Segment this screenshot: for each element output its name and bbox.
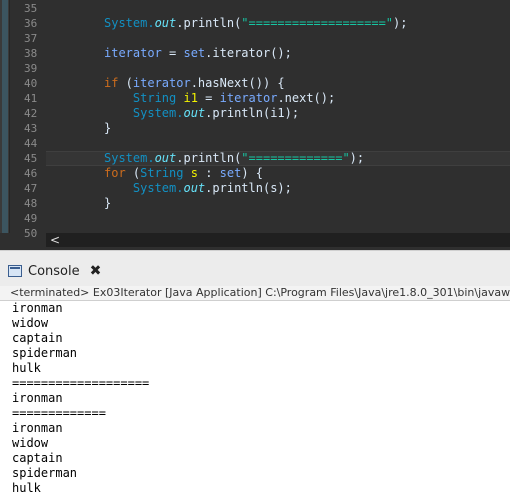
code-token: = [161, 46, 184, 60]
code-token: .println( [176, 16, 242, 30]
code-token: ( [118, 76, 133, 90]
code-token: .println(i1); [205, 106, 300, 120]
close-icon[interactable]: ✖ [90, 263, 102, 279]
line-number: 50 [24, 227, 38, 240]
line-number: 48 [24, 197, 38, 210]
console-output-line: ============= [12, 406, 106, 420]
console-output-line: hulk [12, 361, 41, 375]
console-output-line: ironman [12, 391, 63, 405]
code-line[interactable]: } [104, 196, 111, 211]
line-number: 40 [24, 77, 38, 90]
scroll-left-arrow-icon[interactable]: < [50, 233, 60, 247]
code-token: .iterator(); [205, 46, 292, 60]
line-number: 39 [24, 62, 38, 75]
console-status-line: <terminated> Ex03Iterator [Java Applicat… [0, 286, 510, 301]
line-number: 38 [24, 47, 38, 60]
code-token: set [219, 166, 242, 180]
code-line[interactable]: System.out.println("============="); [104, 151, 364, 166]
console-output-line: widow [12, 436, 49, 450]
code-token: "===================" [241, 16, 394, 30]
console-tab-bar: Console ✖ [0, 250, 510, 286]
code-token: ); [393, 16, 408, 30]
code-editor[interactable]: < 35 36 37 38 39 40 41 42 43 44 45 46 47 48 49 50 System… [0, 0, 510, 250]
line-number: 45 [24, 152, 38, 165]
code-token: s [190, 166, 198, 180]
code-token: String [140, 166, 184, 180]
code-token: if [104, 76, 119, 90]
code-token: System. [104, 16, 155, 30]
code-token: .println(s); [205, 181, 292, 195]
line-number: 47 [24, 182, 38, 195]
line-number: 49 [24, 212, 38, 225]
console-output-line: captain [12, 331, 63, 345]
console-output-line: =================== [12, 376, 150, 390]
line-number: 43 [24, 122, 38, 135]
code-line[interactable]: String i1 = iterator.next(); [104, 91, 335, 106]
code-token: out [154, 151, 177, 165]
code-token: = [197, 91, 220, 105]
line-number: 36 [24, 17, 38, 30]
code-token: } [104, 196, 112, 210]
code-token: ) { [241, 166, 264, 180]
code-token: "=============" [241, 151, 350, 165]
code-line[interactable]: } [104, 121, 111, 136]
code-token: out [183, 181, 206, 195]
code-line[interactable]: System.out.println("==================="… [104, 16, 407, 31]
code-token: .hasNext()) { [190, 76, 285, 90]
console-output[interactable]: ironman widow captain spiderman hulk ========… [0, 301, 510, 501]
line-number: 46 [24, 167, 38, 180]
line-number: 44 [24, 137, 38, 150]
code-token: iterator [219, 91, 278, 105]
code-token: out [154, 16, 177, 30]
code-token: .next(); [277, 91, 336, 105]
code-token: ); [349, 151, 365, 165]
console-output-line: hulk [12, 481, 41, 495]
console-tab-label: Console [28, 263, 80, 279]
code-token: System. [104, 106, 184, 120]
code-token: set [183, 46, 206, 60]
line-number: 35 [24, 2, 38, 15]
code-line[interactable]: System.out.println(i1); [104, 106, 299, 121]
console-output-line: widow [12, 316, 49, 330]
code-token: System. [104, 181, 184, 195]
code-token: String [132, 91, 177, 105]
code-token: System. [104, 151, 155, 165]
console-output-line: spiderman [12, 346, 78, 360]
console-output-line: ironman [12, 421, 63, 435]
code-token: : [197, 166, 220, 180]
code-token: } [104, 121, 112, 135]
console-output-line: ironman [12, 301, 63, 315]
code-line[interactable]: for (String s : set) { [104, 166, 263, 181]
code-line[interactable]: iterator = set.iterator(); [104, 46, 292, 61]
console-output-line: captain [12, 451, 63, 465]
horizontal-scrollbar[interactable]: < [46, 233, 510, 247]
code-token: iterator [132, 76, 191, 90]
code-token: out [183, 106, 206, 120]
line-number: 41 [24, 92, 38, 105]
code-line[interactable]: System.out.println(s); [104, 181, 292, 196]
code-token: ( [125, 166, 141, 180]
line-number: 42 [24, 107, 38, 120]
code-line[interactable]: if (iterator.hasNext()) { [104, 76, 285, 91]
code-token: iterator [104, 46, 162, 60]
tab-console[interactable]: Console ✖ [8, 260, 101, 282]
console-output-line: spiderman [12, 466, 78, 480]
editor-left-ruler [0, 0, 10, 233]
code-token: for [104, 166, 126, 180]
code-token: i1 [183, 91, 198, 105]
code-token: .println( [176, 151, 242, 165]
console-icon [8, 265, 22, 277]
line-number: 37 [24, 32, 38, 45]
